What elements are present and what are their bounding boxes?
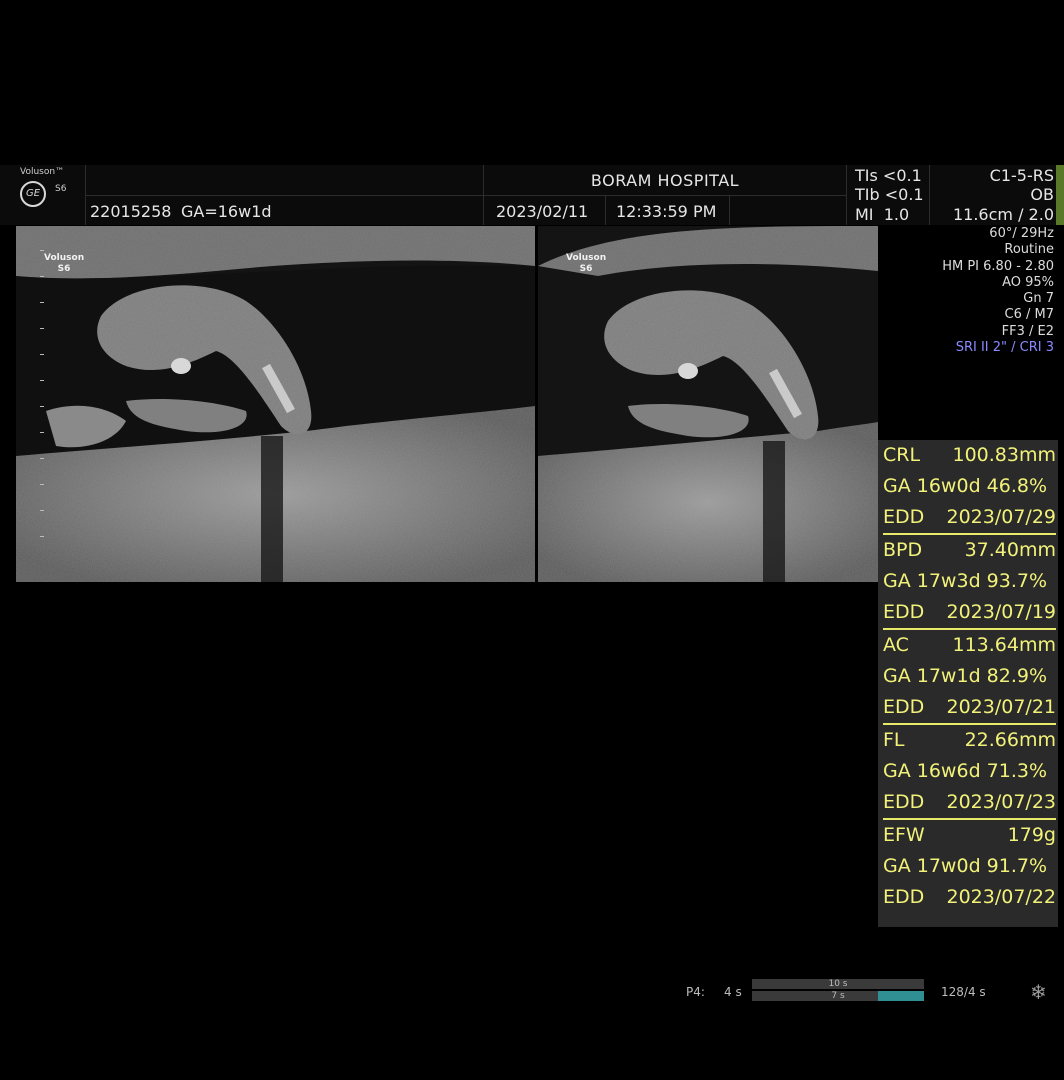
patient-id: 22015258 xyxy=(90,202,172,221)
snowflake-icon[interactable]: ❄ xyxy=(1030,980,1047,1004)
measurement-ga: GA 17w0d 91.7% xyxy=(883,855,1048,877)
depth-tick xyxy=(40,536,44,537)
measurement-edd: 2023/07/22 xyxy=(946,886,1056,908)
edd-label: EDD xyxy=(883,601,925,623)
measurement-edd: 2023/07/19 xyxy=(946,601,1056,623)
cine-label: P4: xyxy=(686,985,705,999)
measurement-bpd[interactable]: BPD 37.40mm GA 17w3d 93.7% EDD 2023/07/19 xyxy=(883,535,1056,630)
cine-bar1-label: 10 s xyxy=(828,979,848,989)
sri-setting: SRI II 2" / CRI 3 xyxy=(955,340,1054,356)
model-label: S6 xyxy=(55,184,67,194)
depth-tick xyxy=(40,328,44,329)
edd-label: EDD xyxy=(883,791,925,813)
exam-time: 12:33:59 PM xyxy=(616,202,717,221)
probe-depth: 11.6cm / 2.0 xyxy=(952,205,1054,224)
status-strip xyxy=(1056,165,1064,225)
measurement-ga: GA 16w6d 71.3% xyxy=(883,760,1048,782)
measurement-name: EFW xyxy=(883,824,925,846)
acoustic-output: AO 95% xyxy=(1002,274,1054,290)
measurement-fl[interactable]: FL 22.66mm GA 16w6d 71.3% EDD 2023/07/23 xyxy=(883,725,1056,820)
cine-buffer-bar[interactable]: 10 s xyxy=(752,979,924,989)
measurement-name: AC xyxy=(883,634,909,656)
depth-tick xyxy=(40,302,44,303)
edd-label: EDD xyxy=(883,886,925,908)
cine-frames: 128/4 s xyxy=(941,985,986,999)
imaging-parameters: 60°/ 29Hz Routine HM PI 6.80 - 2.80 AO 9… xyxy=(942,226,1054,356)
measurement-ga: GA 16w0d 46.8% xyxy=(883,475,1048,497)
harmonic-setting: HM PI 6.80 - 2.80 xyxy=(942,258,1054,274)
measurement-ga: GA 17w3d 93.7% xyxy=(883,570,1048,592)
depth-tick xyxy=(40,510,44,511)
depth-tick xyxy=(40,458,44,459)
depth-tick xyxy=(40,250,44,251)
cine-bar2-label: 7 s xyxy=(831,991,845,1001)
measurement-edd: 2023/07/29 xyxy=(946,506,1056,528)
ff-setting: FF3 / E2 xyxy=(1001,323,1054,339)
measurement-edd: 2023/07/21 xyxy=(946,696,1056,718)
measurement-value: 113.64mm xyxy=(952,634,1057,656)
probe-name: C1-5-RS xyxy=(989,166,1054,185)
measurement-results[interactable]: CRL 100.83mm GA 16w0d 46.8% EDD 2023/07/29… xyxy=(878,440,1058,927)
measurement-name: BPD xyxy=(883,539,923,561)
cine-progress-bar[interactable]: 7 s xyxy=(752,991,924,1001)
probe-info: C1-5-RS OB 11.6cm / 2.0 xyxy=(930,165,1064,225)
measurement-ga: GA 17w1d 82.9% xyxy=(883,665,1048,687)
safety-indices: TIs <0.1 TIb <0.1 MI 1.0 xyxy=(846,165,930,225)
depth-tick xyxy=(40,354,44,355)
header-bar: Voluson™ GE S6 22015258 GA=16w1d BORAM H… xyxy=(0,165,1064,225)
cine-status: P4: 4 s 10 s 7 s 128/4 s xyxy=(686,979,1064,1004)
ultrasound-scan-left xyxy=(16,226,535,582)
measurement-value: 100.83mm xyxy=(952,444,1057,466)
depth-tick xyxy=(40,380,44,381)
edd-label: EDD xyxy=(883,696,925,718)
angle-framerate: 60°/ 29Hz xyxy=(989,226,1054,241)
ultrasound-image-right[interactable]: Voluson S6 xyxy=(538,226,878,582)
date-area: 2023/02/11 xyxy=(484,196,606,225)
ultrasound-image-left[interactable]: Voluson S6 xyxy=(16,226,535,582)
ge-logo-icon: GE xyxy=(20,181,46,207)
depth-tick xyxy=(40,276,44,277)
depth-tick xyxy=(40,484,44,485)
depth-tick xyxy=(40,432,44,433)
measurement-name: FL xyxy=(883,729,905,751)
pane-right-label: Voluson S6 xyxy=(566,253,607,274)
gestational-age: GA=16w1d xyxy=(181,202,272,221)
tib-value: TIb <0.1 xyxy=(855,185,924,204)
pane-left-label: Voluson S6 xyxy=(44,253,85,274)
patient-info: 22015258 GA=16w1d xyxy=(86,165,484,225)
measurement-value: 179g xyxy=(1007,824,1056,846)
ultrasound-scan-right xyxy=(538,226,878,582)
cine-progress-fill xyxy=(877,991,924,1001)
exam-date: 2023/02/11 xyxy=(496,202,589,221)
gain-setting: Gn 7 xyxy=(1023,291,1054,307)
edd-label: EDD xyxy=(883,506,925,528)
measurement-efw[interactable]: EFW 179g GA 17w0d 91.7% EDD 2023/07/22 xyxy=(883,820,1056,913)
measurement-ac[interactable]: AC 113.64mm GA 17w1d 82.9% EDD 2023/07/21 xyxy=(883,630,1056,725)
measurement-value: 22.66mm xyxy=(964,729,1056,751)
hospital-name: BORAM HOSPITAL xyxy=(590,171,740,190)
measurement-name: CRL xyxy=(883,444,921,466)
measurement-edd: 2023/07/23 xyxy=(946,791,1056,813)
map-setting: C6 / M7 xyxy=(1004,307,1054,323)
measurement-value: 37.40mm xyxy=(964,539,1056,561)
cine-duration: 4 s xyxy=(724,985,742,999)
measurement-crl[interactable]: CRL 100.83mm GA 16w0d 46.8% EDD 2023/07/29 xyxy=(883,440,1056,535)
depth-tick xyxy=(40,406,44,407)
preset-label: Routine xyxy=(1004,242,1054,258)
probe-app: OB xyxy=(1030,185,1054,204)
logo-area: Voluson™ GE S6 xyxy=(0,165,86,225)
tis-value: TIs <0.1 xyxy=(855,166,922,185)
time-area: 12:33:59 PM xyxy=(606,196,730,225)
brand-label: Voluson™ xyxy=(20,167,65,177)
mi-value: MI 1.0 xyxy=(855,205,910,224)
